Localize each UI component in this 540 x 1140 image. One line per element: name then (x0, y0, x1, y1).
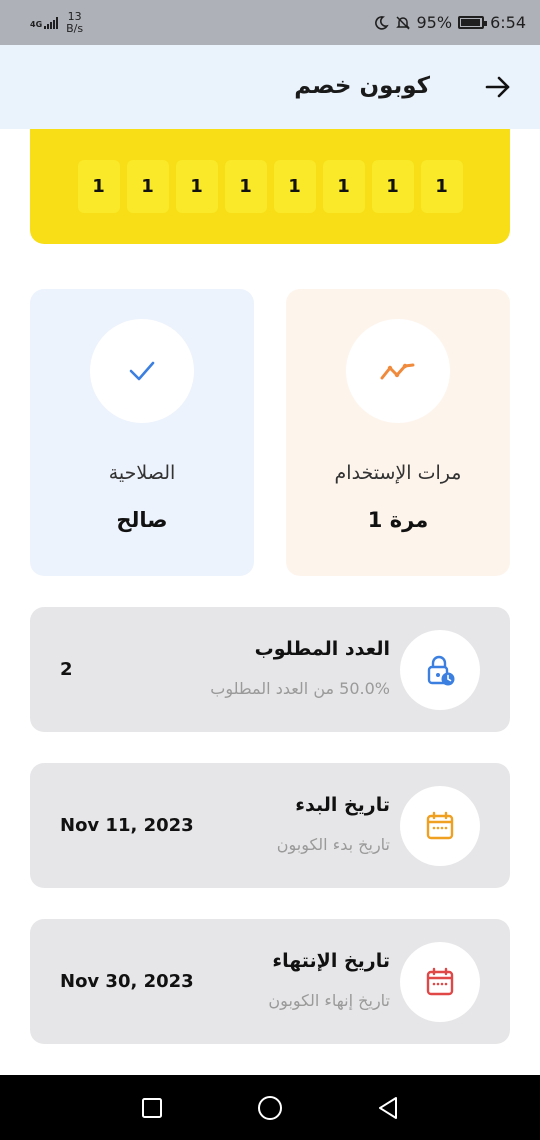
recent-apps-button[interactable] (139, 1095, 165, 1121)
required-title: العدد المطلوب (254, 638, 390, 660)
required-subtitle: 50.0% من العدد المطلوب (210, 679, 390, 698)
moon-icon (374, 15, 389, 30)
calendar-icon (426, 967, 454, 996)
usage-card: مرات الإستخدام 1 مرة (286, 289, 510, 576)
start-date-value: Nov 11, 2023 (60, 815, 194, 836)
usage-icon-circle (346, 319, 450, 423)
validity-value: صالح (116, 508, 168, 532)
code-digit: 1 (273, 160, 316, 213)
triangle-back-icon (379, 1096, 397, 1119)
code-digit: 1 (322, 160, 365, 213)
trend-icon (380, 363, 415, 380)
start-date-icon-circle (400, 786, 480, 866)
usage-value: 1 مرة (367, 508, 429, 532)
square-icon (142, 1097, 162, 1118)
code-digit: 1 (77, 160, 120, 213)
status-left: 4G 13 B/s (30, 9, 84, 35)
page-title: كوبون خصم (294, 73, 430, 99)
mute-bell-icon (395, 15, 410, 30)
usage-label: مرات الإستخدام (334, 462, 462, 484)
battery-icon (458, 16, 488, 29)
clock: 6:54 (490, 13, 526, 32)
speed-value: 13 (67, 9, 82, 23)
lock-clock-icon (427, 655, 455, 686)
start-date-row: تاريخ البدء تاريخ بدء الكوبون Nov 11, 20… (30, 763, 510, 888)
speed-unit: B/s (66, 21, 84, 35)
end-date-icon-circle (400, 942, 480, 1022)
end-date-value: Nov 30, 2023 (60, 971, 194, 992)
network-indicator: 4G (30, 16, 59, 29)
network-type: 4G (30, 19, 43, 29)
end-date-row: تاريخ الإنتهاء تاريخ إنهاء الكوبون Nov 3… (30, 919, 510, 1044)
required-icon-circle (400, 630, 480, 710)
validity-icon-circle (90, 319, 194, 423)
code-digit: 1 (126, 160, 169, 213)
network-speed: 13 B/s (66, 9, 84, 35)
code-digit: 1 (371, 160, 414, 213)
calendar-icon (426, 811, 454, 840)
system-nav-bar (0, 1075, 540, 1140)
required-value: 2 (60, 659, 73, 680)
start-date-title: تاريخ البدء (295, 794, 390, 816)
status-right: 95% 6:54 (373, 13, 526, 32)
end-date-title: تاريخ الإنتهاء (272, 950, 390, 972)
check-icon (129, 361, 155, 381)
code-digit: 1 (420, 160, 463, 213)
required-count-row: العدد المطلوب 50.0% من العدد المطلوب 2 (30, 607, 510, 732)
signal-icon (44, 16, 59, 29)
start-date-subtitle: تاريخ بدء الكوبون (276, 835, 390, 854)
end-date-subtitle: تاريخ إنهاء الكوبون (268, 991, 390, 1010)
code-digit: 1 (175, 160, 218, 213)
home-button[interactable] (257, 1095, 283, 1121)
validity-card: الصلاحية صالح (30, 289, 254, 576)
validity-label: الصلاحية (108, 462, 176, 484)
back-button[interactable] (375, 1095, 401, 1121)
circle-icon (258, 1095, 282, 1120)
app-header: كوبون خصم (0, 45, 540, 129)
battery-percent: 95% (416, 13, 453, 32)
status-bar: 4G 13 B/s 95% 6:54 (0, 0, 540, 45)
coupon-code-banner: 1 1 1 1 1 1 1 1 (30, 129, 510, 244)
arrow-right-icon[interactable] (484, 73, 512, 101)
code-digit: 1 (224, 160, 267, 213)
